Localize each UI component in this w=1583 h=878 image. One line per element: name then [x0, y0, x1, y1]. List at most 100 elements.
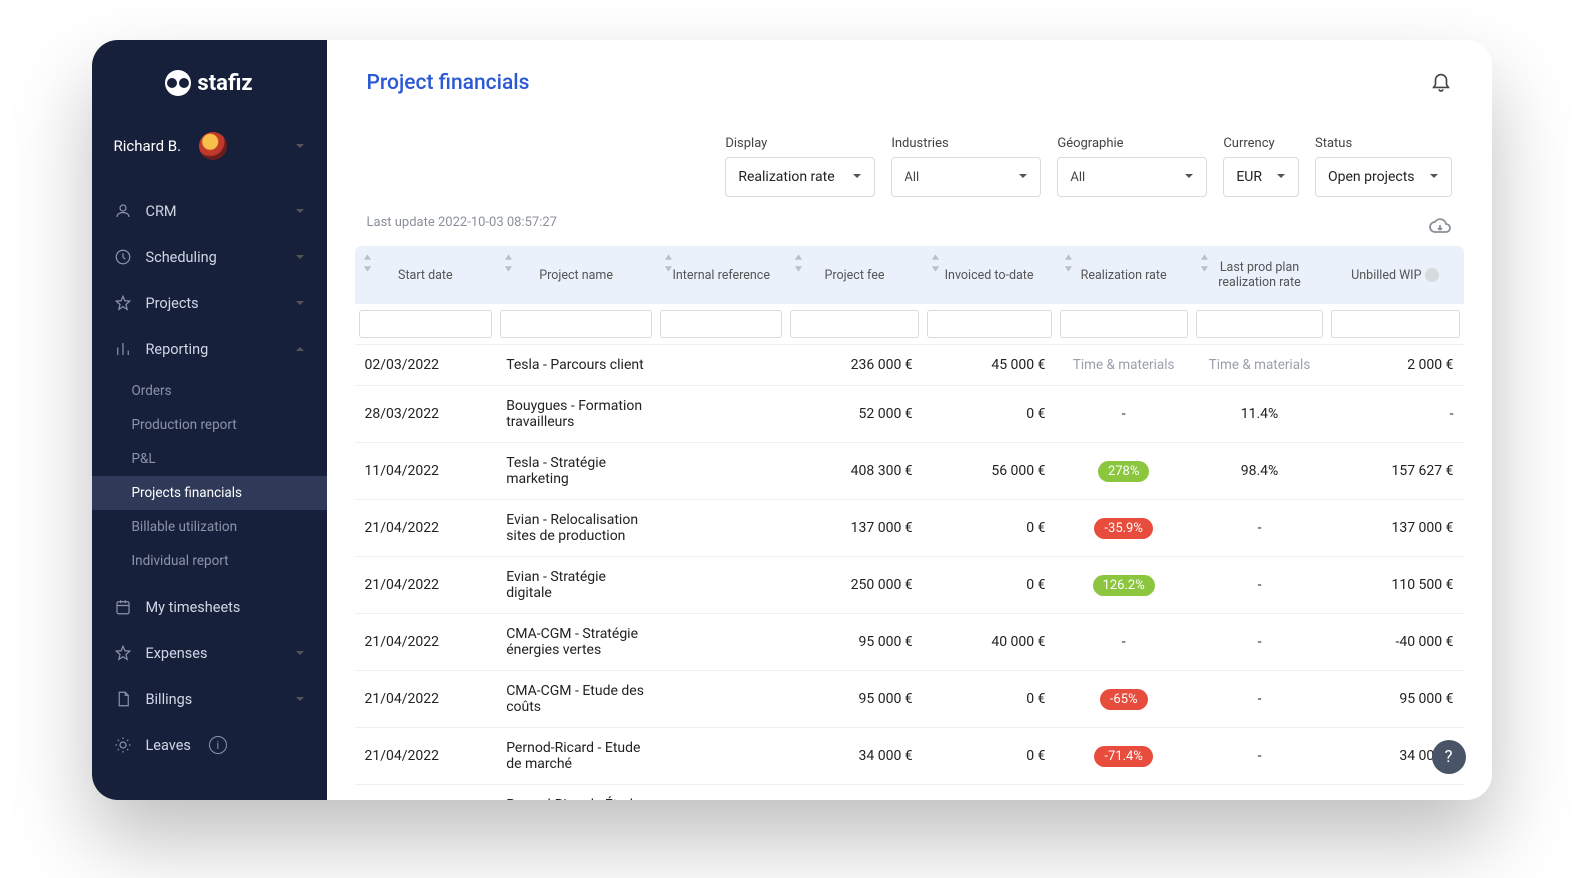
- info-icon[interactable]: [1425, 268, 1439, 282]
- sort-icon[interactable]: [1064, 254, 1073, 272]
- cell-internal-reference: [656, 386, 786, 443]
- table-row[interactable]: 21/04/2022CMA-CGM - Etude des coûts95 00…: [355, 671, 1464, 728]
- notifications-button[interactable]: [1430, 70, 1452, 96]
- cell-last-prod-plan: -: [1192, 500, 1327, 557]
- table-row[interactable]: 21/04/2022Evian - Stratégie digitale250 …: [355, 557, 1464, 614]
- financials-table: Start date Project name Internal referen…: [355, 246, 1464, 800]
- user-menu[interactable]: Richard B.: [92, 126, 327, 178]
- filter-currency: Currency EUR: [1223, 136, 1299, 197]
- sort-icon[interactable]: [363, 254, 372, 272]
- cell-project-name: Bouygues - Formation travailleurs: [496, 386, 656, 443]
- cell-last-prod-plan: Time & materials: [1192, 345, 1327, 386]
- cell-unbilled-wip: -: [1327, 386, 1463, 443]
- chevron-down-icon: [1429, 169, 1439, 185]
- filter-realization-rate[interactable]: [1060, 310, 1188, 338]
- info-icon: i: [209, 736, 227, 754]
- cell-unbilled-wip: 157 627 €: [1327, 443, 1463, 500]
- download-button[interactable]: [1428, 214, 1452, 242]
- display-select[interactable]: Realization rate: [725, 157, 875, 197]
- chevron-down-icon: [295, 249, 305, 266]
- nav-crm[interactable]: CRM: [92, 188, 327, 234]
- cell-unbilled-wip: 137 000 €: [1327, 500, 1463, 557]
- cell-internal-reference: [656, 345, 786, 386]
- col-last-prod-plan[interactable]: Last prod plan realization rate: [1192, 246, 1327, 304]
- filter-label: Currency: [1223, 136, 1299, 151]
- subnav-orders[interactable]: Orders: [92, 374, 327, 408]
- col-invoiced-to-date[interactable]: Invoiced to-date: [923, 246, 1056, 304]
- table-row[interactable]: 11/04/2022Tesla - Stratégie marketing408…: [355, 443, 1464, 500]
- nav-scheduling[interactable]: Scheduling: [92, 234, 327, 280]
- cell-unbilled-wip: -: [1327, 785, 1463, 801]
- filter-invoiced[interactable]: [927, 310, 1052, 338]
- filter-unbilled-wip[interactable]: [1331, 310, 1459, 338]
- sort-icon[interactable]: [794, 254, 803, 272]
- filter-project-fee[interactable]: [790, 310, 918, 338]
- subnav-production-report[interactable]: Production report: [92, 408, 327, 442]
- chevron-down-icon: [1184, 170, 1194, 185]
- help-button[interactable]: ?: [1432, 740, 1466, 774]
- filter-start-date[interactable]: [359, 310, 493, 338]
- nav-leaves[interactable]: Leaves i: [92, 722, 327, 768]
- star-icon: [114, 294, 132, 312]
- logo-icon: [165, 70, 191, 96]
- col-start-date[interactable]: Start date: [355, 246, 497, 304]
- cell-project-name: CMA-CGM - Stratégie énergies vertes: [496, 614, 656, 671]
- col-unbilled-wip[interactable]: Unbilled WIP: [1327, 246, 1463, 304]
- reporting-submenu: Orders Production report P&L Projects fi…: [92, 372, 327, 584]
- table-row[interactable]: 21/04/2022CMA-CGM - Stratégie énergies v…: [355, 614, 1464, 671]
- chevron-down-icon: [295, 295, 305, 312]
- nav-billings[interactable]: Billings: [92, 676, 327, 722]
- cell-realization-rate: -: [1056, 386, 1192, 443]
- currency-select[interactable]: EUR: [1223, 157, 1299, 197]
- subnav-pnl[interactable]: P&L: [92, 442, 327, 476]
- nav-reporting[interactable]: Reporting: [92, 326, 327, 372]
- filter-internal-reference[interactable]: [660, 310, 782, 338]
- nav-my-timesheets[interactable]: My timesheets: [92, 584, 327, 630]
- chevron-down-icon: [1276, 169, 1286, 185]
- table-row[interactable]: 21/04/2022Evian - Relocalisation sites d…: [355, 500, 1464, 557]
- col-realization-rate[interactable]: Realization rate: [1056, 246, 1192, 304]
- cell-internal-reference: [656, 500, 786, 557]
- cell-unbilled-wip: 95 000 €: [1327, 671, 1463, 728]
- subnav-billable-utilization[interactable]: Billable utilization: [92, 510, 327, 544]
- col-project-fee[interactable]: Project fee: [786, 246, 922, 304]
- industries-select[interactable]: All: [891, 157, 1041, 197]
- cell-internal-reference: [656, 443, 786, 500]
- table-row[interactable]: 02/03/2022Tesla - Parcours client236 000…: [355, 345, 1464, 386]
- subnav-projects-financials[interactable]: Projects financials: [92, 476, 327, 510]
- nav-projects[interactable]: Projects: [92, 280, 327, 326]
- cell-last-prod-plan: -: [1192, 557, 1327, 614]
- status-select[interactable]: Open projects: [1315, 157, 1451, 197]
- cell-internal-reference: [656, 671, 786, 728]
- cell-project-name: CMA-CGM - Etude des coûts: [496, 671, 656, 728]
- sort-icon[interactable]: [504, 254, 513, 272]
- filter-project-name[interactable]: [500, 310, 652, 338]
- sort-icon[interactable]: [1200, 254, 1209, 272]
- table-row[interactable]: 28/03/2022Bouygues - Formation travaille…: [355, 386, 1464, 443]
- cell-invoiced: 0 €: [923, 386, 1056, 443]
- table-row[interactable]: 21/04/2022Pernod-Ricard - Etude de march…: [355, 728, 1464, 785]
- filter-label: Géographie: [1057, 136, 1207, 151]
- chevron-down-icon: [852, 169, 862, 185]
- col-internal-reference[interactable]: Internal reference: [656, 246, 786, 304]
- filter-label: Status: [1315, 136, 1451, 151]
- cell-project-fee: 27 000 €: [786, 785, 922, 801]
- cell-start-date: 21/04/2022: [355, 728, 497, 785]
- subnav-individual-report[interactable]: Individual report: [92, 544, 327, 578]
- sort-icon[interactable]: [664, 254, 673, 272]
- table-row[interactable]: 21/04/2022Pernod-Ricard - Étude sur le b…: [355, 785, 1464, 801]
- geography-select[interactable]: All: [1057, 157, 1207, 197]
- cell-project-fee: 408 300 €: [786, 443, 922, 500]
- financials-table-wrap[interactable]: Start date Project name Internal referen…: [327, 246, 1492, 800]
- col-project-name[interactable]: Project name: [496, 246, 656, 304]
- cell-start-date: 21/04/2022: [355, 614, 497, 671]
- filter-last-prod-plan[interactable]: [1196, 310, 1323, 338]
- cell-last-prod-plan: 98.4%: [1192, 443, 1327, 500]
- nav-label: Leaves: [146, 737, 191, 754]
- cell-invoiced: 56 000 €: [923, 443, 1056, 500]
- sidebar: stafiz Richard B. CRM Scheduling Project…: [92, 40, 327, 800]
- sort-icon[interactable]: [931, 254, 940, 272]
- nav-expenses[interactable]: Expenses: [92, 630, 327, 676]
- rate-badge: -35.9%: [1094, 518, 1152, 539]
- cell-start-date: 21/04/2022: [355, 785, 497, 801]
